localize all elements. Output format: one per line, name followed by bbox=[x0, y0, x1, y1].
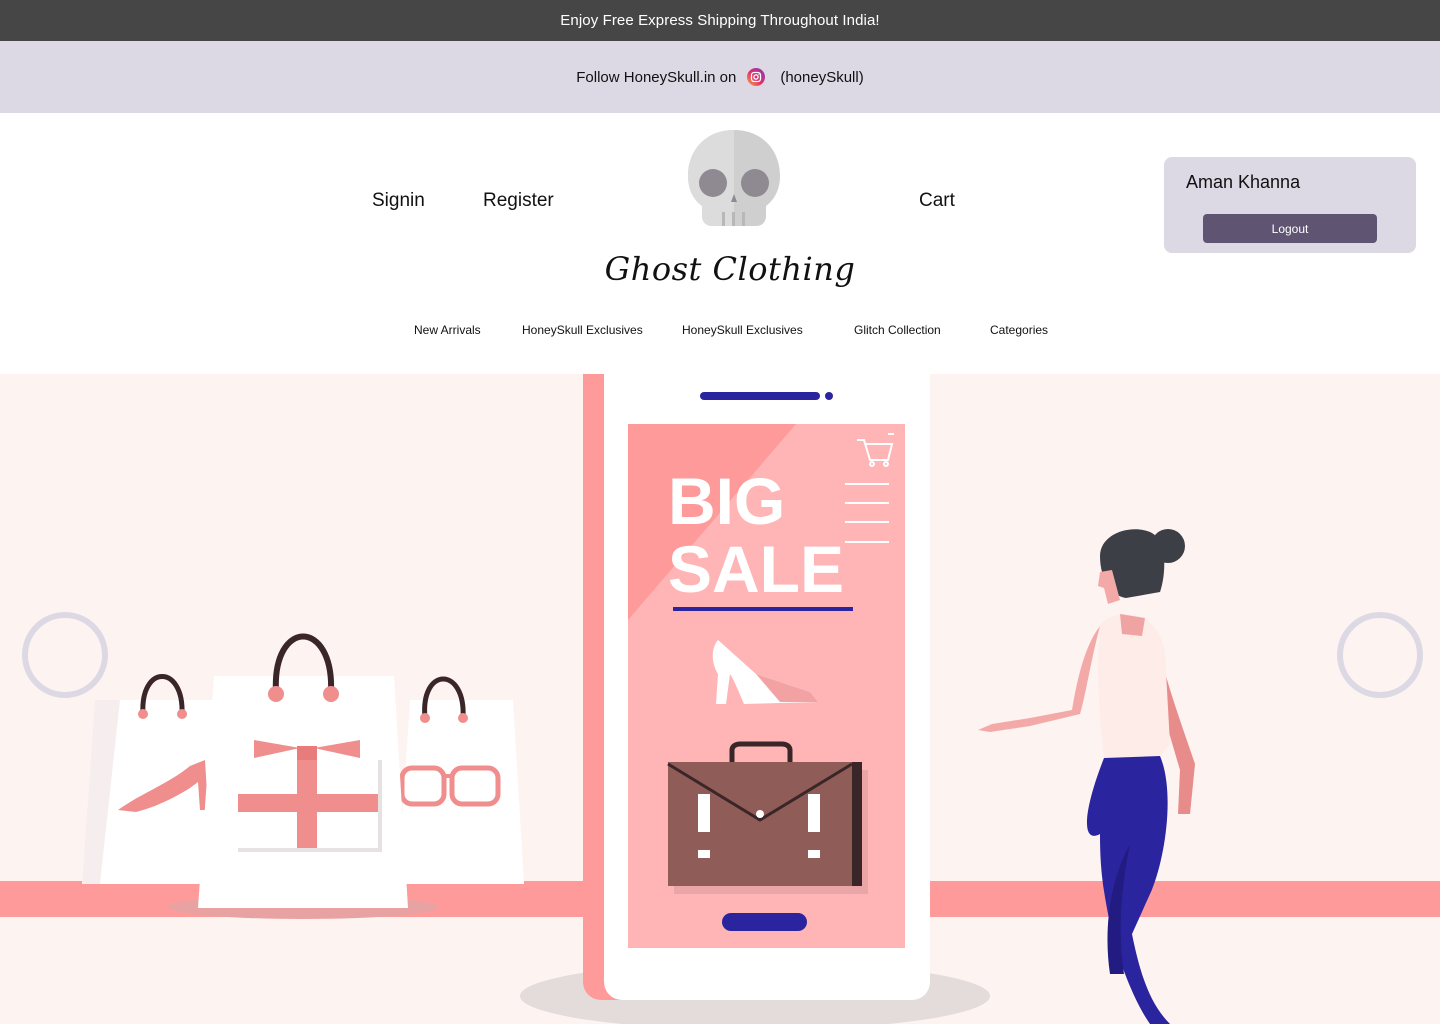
shopping-bag-illustration bbox=[82, 674, 220, 884]
instagram-handle[interactable]: (honeySkull) bbox=[780, 69, 863, 86]
follow-text: Follow HoneySkull.in on bbox=[576, 68, 737, 86]
carousel-next-button[interactable] bbox=[1336, 611, 1424, 699]
social-follow-bar: Follow HoneySkull.in on (honeySkull) bbox=[0, 41, 1440, 113]
user-account-card: Aman Khanna Logout bbox=[1164, 157, 1416, 253]
phone-illustration: BIG SALE bbox=[583, 374, 930, 1000]
shipping-banner-text: Enjoy Free Express Shipping Throughout I… bbox=[560, 12, 880, 29]
hero-headline-line2: SALE bbox=[668, 532, 844, 606]
brand-name[interactable]: Ghost Clothing bbox=[560, 250, 900, 288]
category-honeyskull-exclusives[interactable]: HoneySkull Exclusives bbox=[522, 323, 643, 337]
category-honeyskull-exclusives-2[interactable]: HoneySkull Exclusives bbox=[682, 323, 803, 337]
register-link[interactable]: Register bbox=[483, 190, 554, 212]
hero-headline-line1: BIG bbox=[668, 464, 785, 538]
skull-icon[interactable] bbox=[686, 128, 782, 230]
instagram-icon[interactable] bbox=[746, 67, 766, 87]
category-new-arrivals[interactable]: New Arrivals bbox=[414, 323, 481, 337]
shipping-banner: Enjoy Free Express Shipping Throughout I… bbox=[0, 0, 1440, 41]
logout-button[interactable]: Logout bbox=[1203, 214, 1377, 243]
category-categories[interactable]: Categories bbox=[990, 323, 1048, 337]
cart-link[interactable]: Cart bbox=[919, 190, 955, 212]
carousel-prev-button[interactable] bbox=[21, 611, 109, 699]
hero-banner: BIG SALE bbox=[0, 374, 1440, 1024]
user-name: Aman Khanna bbox=[1186, 172, 1301, 192]
category-glitch-collection[interactable]: Glitch Collection bbox=[854, 323, 941, 337]
signin-link[interactable]: Signin bbox=[372, 190, 425, 212]
